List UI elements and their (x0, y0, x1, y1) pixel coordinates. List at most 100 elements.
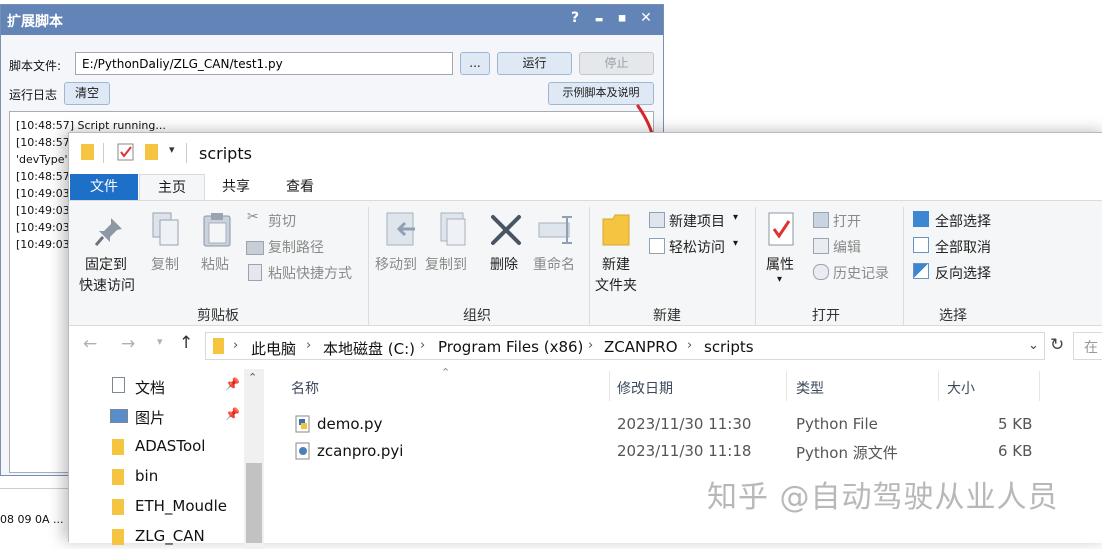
document-icon (112, 377, 125, 393)
nav-item-eth-moudle[interactable]: ETH_Moudle (135, 497, 227, 515)
copy-path-button[interactable]: 复制路径 (268, 237, 324, 257)
chevron-down-icon: ▾ (733, 238, 739, 249)
file-name: demo.py (317, 415, 383, 433)
file-type: Python 源文件 (796, 444, 898, 462)
log-line: [10:49:03] (16, 238, 74, 251)
group-divider (903, 207, 904, 325)
address-dropdown-icon[interactable]: ⌄ (1028, 338, 1039, 353)
search-input[interactable]: 在 (1073, 332, 1102, 360)
script-file-label: 脚本文件: (9, 59, 62, 73)
new-folder-button[interactable]: 新建 (602, 254, 630, 274)
file-type: Python File (796, 415, 878, 433)
folder-icon (112, 439, 124, 455)
window-title: scripts (199, 144, 252, 163)
select-none-icon (913, 237, 929, 253)
paste-button[interactable]: 粘贴 (201, 254, 229, 274)
open-icon (813, 212, 829, 228)
select-none-button[interactable]: 全部取消 (935, 237, 991, 257)
maximize-button[interactable]: ◼ (614, 13, 630, 31)
rename-icon (538, 216, 572, 244)
close-button[interactable]: ✕ (638, 10, 654, 28)
log-line: [10:48:57] Script running... (16, 119, 166, 132)
new-folder-label[interactable]: 文件夹 (595, 275, 637, 295)
select-all-icon (913, 211, 929, 227)
address-bar[interactable]: › 此电脑 › 本地磁盘 (C:) › Program Files (x86) … (205, 332, 1045, 360)
pin-to-quick-access-button[interactable]: 固定到 (85, 254, 127, 274)
address-row: ← → ▾ ↑ › 此电脑 › 本地磁盘 (C:) › Program File… (69, 326, 1102, 366)
properties-button[interactable]: 属性 (766, 254, 794, 274)
divider (186, 143, 187, 163)
copy-to-button[interactable]: 复制到 (425, 254, 467, 274)
file-modified: 2023/11/30 11:30 (617, 415, 752, 433)
breadcrumb-local-disk[interactable]: 本地磁盘 (C:) (323, 338, 415, 359)
copy-button[interactable]: 复制 (151, 254, 179, 274)
breadcrumb-separator: › (306, 338, 312, 353)
scroll-up-icon[interactable]: ⌃ (248, 371, 257, 384)
breadcrumb-zcanpro[interactable]: ZCANPRO (604, 338, 678, 356)
nav-item-documents[interactable]: 文档 (135, 377, 165, 398)
recent-locations-icon[interactable]: ▾ (157, 335, 163, 348)
picture-icon (110, 409, 128, 423)
group-label-open: 打开 (812, 308, 840, 324)
nav-item-bin[interactable]: bin (135, 467, 158, 485)
help-button[interactable]: ? (567, 10, 583, 28)
new-folder-quick-icon[interactable] (145, 144, 158, 160)
navigation-pane: 文档 📌 图片 📌 ADASTool bin ETH_Moudle ZLG_CA… (69, 369, 264, 549)
breadcrumb-program-files[interactable]: Program Files (x86) (438, 338, 583, 356)
browse-button[interactable]: ... (460, 52, 490, 75)
minimize-button[interactable]: ▬ (591, 15, 607, 33)
log-label: 运行日志 (9, 88, 58, 102)
tab-file[interactable]: 文件 (70, 174, 138, 200)
open-button[interactable]: 打开 (833, 211, 861, 231)
clear-button[interactable]: 清空 (64, 82, 110, 105)
column-header-modified[interactable]: 修改日期 (617, 378, 673, 398)
table-row[interactable]: zcanpro.pyi 2023/11/30 11:18 Python 源文件 … (291, 440, 1041, 464)
column-header-size[interactable]: 大小 (947, 378, 975, 398)
delete-button[interactable]: 删除 (490, 254, 518, 274)
back-arrow-icon[interactable]: ← (83, 334, 97, 354)
run-button[interactable]: 运行 (497, 52, 572, 75)
breadcrumb-scripts[interactable]: scripts (704, 338, 754, 356)
paste-shortcut-button[interactable]: 粘贴快捷方式 (268, 263, 352, 283)
python-file-icon (295, 415, 310, 433)
script-path-input[interactable] (75, 52, 453, 75)
nav-scrollbar-thumb[interactable] (246, 463, 262, 543)
copy-path-icon (246, 241, 264, 255)
scissors-icon: ✂ (247, 209, 259, 225)
qat-dropdown-icon[interactable]: ▾ (169, 143, 175, 156)
edit-icon (813, 238, 829, 254)
edit-button[interactable]: 编辑 (833, 237, 861, 257)
easy-access-button[interactable]: 轻松访问 (669, 237, 725, 257)
python-source-file-icon (295, 442, 310, 460)
properties-check-icon[interactable] (117, 143, 135, 161)
up-arrow-icon[interactable]: ↑ (179, 333, 193, 353)
column-header-type[interactable]: 类型 (796, 378, 824, 398)
tab-view[interactable]: 查看 (275, 174, 325, 200)
nav-item-zlg-can[interactable]: ZLG_CAN (135, 527, 205, 545)
pin-to-quick-access-label[interactable]: 快速访问 (79, 275, 135, 295)
forward-arrow-icon[interactable]: → (121, 334, 135, 354)
invert-selection-button[interactable]: 反向选择 (935, 263, 991, 283)
move-to-button[interactable]: 移动到 (375, 254, 417, 274)
rename-button[interactable]: 重命名 (533, 254, 575, 274)
breadcrumb-separator: › (420, 338, 426, 353)
file-size: 6 KB (998, 442, 1033, 460)
dialog-title: 扩展脚本 (7, 14, 63, 30)
table-row[interactable]: demo.py 2023/11/30 11:30 Python File 5 K… (291, 413, 1041, 437)
breadcrumb-this-pc[interactable]: 此电脑 (251, 338, 296, 359)
log-line: [10:49:03] (16, 187, 74, 200)
divider (103, 143, 104, 163)
tab-share[interactable]: 共享 (211, 174, 261, 200)
nav-item-adastool[interactable]: ADASTool (135, 437, 205, 455)
select-all-button[interactable]: 全部选择 (935, 211, 991, 231)
nav-item-pictures[interactable]: 图片 (135, 407, 165, 428)
tab-home[interactable]: 主页 (139, 174, 205, 202)
pin-icon: 📌 (225, 407, 240, 421)
column-header-name[interactable]: 名称 (291, 378, 319, 398)
refresh-icon[interactable]: ↻ (1050, 335, 1064, 355)
folder-icon (81, 144, 94, 160)
history-button[interactable]: 历史记录 (833, 263, 889, 283)
stop-button[interactable]: 停止 (579, 52, 654, 75)
new-item-button[interactable]: 新建项目 (669, 211, 725, 231)
cut-button[interactable]: 剪切 (268, 211, 296, 231)
